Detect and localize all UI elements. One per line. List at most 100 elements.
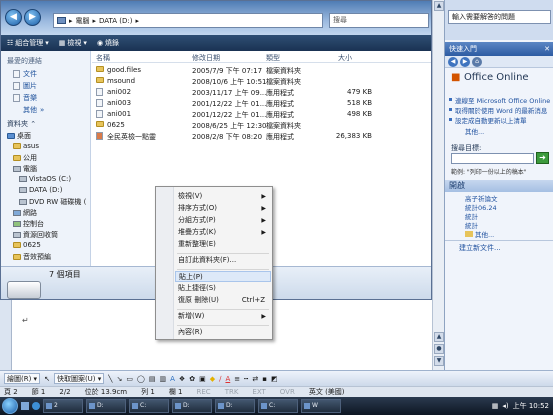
status-rec[interactable]: REC bbox=[197, 387, 211, 397]
recent-more[interactable]: 其他... bbox=[465, 229, 494, 239]
rectangle-icon[interactable]: ▭ bbox=[126, 375, 133, 383]
column-type[interactable]: 類型 bbox=[266, 53, 280, 63]
help-search-input[interactable]: 輸入需要解答的問題 bbox=[448, 10, 551, 24]
menu-item-undo-delete[interactable]: 復原 刪除(U) Ctrl+Z bbox=[175, 295, 271, 306]
column-date[interactable]: 修改日期 bbox=[192, 53, 220, 63]
tree-item-network[interactable]: 網路 bbox=[13, 208, 37, 218]
file-row[interactable]: ani003 2001/12/22 上午 01... 應用程式 518 KB bbox=[92, 98, 431, 109]
taskbar-button[interactable]: D: bbox=[86, 399, 126, 413]
line-color-icon[interactable]: ∕ bbox=[219, 375, 221, 383]
link-auto-update[interactable]: 設定成自動更新以上清單 bbox=[455, 115, 527, 125]
organize-button[interactable]: ☷ 組合管理 ▾ bbox=[7, 38, 49, 48]
link-word-news[interactable]: 取得關於使用 Word 的最新消息 bbox=[455, 105, 547, 115]
tree-item-public[interactable]: 公用 bbox=[13, 153, 37, 163]
clipart-icon[interactable]: ✿ bbox=[189, 375, 195, 383]
tree-item-0625[interactable]: 0625 bbox=[13, 241, 41, 249]
file-row[interactable]: ani002 2003/11/17 上午 09... 應用程式 479 KB bbox=[92, 87, 431, 98]
network-tray-icon[interactable]: ▦ bbox=[492, 402, 499, 410]
diagram-icon[interactable]: ❖ bbox=[179, 375, 185, 383]
picture-icon[interactable]: ▣ bbox=[199, 375, 206, 383]
clock[interactable]: 上午 10:52 bbox=[513, 401, 549, 411]
tree-item-drive-d[interactable]: DATA (D:) bbox=[19, 186, 62, 194]
address-part-drive[interactable]: DATA (D:) bbox=[99, 17, 132, 25]
menu-item-sort[interactable]: 排序方式(O) ▶ bbox=[175, 203, 271, 214]
favorite-pictures[interactable]: 圖片 bbox=[13, 81, 37, 91]
line-style-icon[interactable]: ≡ bbox=[234, 375, 240, 383]
search-input[interactable]: 搜尋 bbox=[329, 13, 429, 28]
tree-item-desktop[interactable]: 桌面 bbox=[7, 131, 31, 141]
textbox-icon[interactable]: ▤ bbox=[149, 375, 156, 383]
draw-menu-button[interactable]: 繪圖(R) ▾ bbox=[4, 373, 41, 384]
quicklaunch-desktop-icon[interactable] bbox=[21, 402, 29, 410]
menu-item-stack[interactable]: 堆疊方式(K) ▶ bbox=[175, 227, 271, 238]
next-page-button[interactable]: ▼ bbox=[434, 356, 444, 366]
menu-item-view[interactable]: 檢視(V) ▶ bbox=[175, 191, 271, 202]
font-color-icon[interactable]: A bbox=[225, 375, 230, 383]
favorite-more[interactable]: 其他» bbox=[23, 105, 44, 115]
menu-item-paste-shortcut[interactable]: 貼上捷徑(S) bbox=[175, 283, 271, 294]
autoshapes-button[interactable]: 快取圖案(U) ▾ bbox=[53, 373, 105, 384]
link-more[interactable]: 其他... bbox=[465, 126, 484, 136]
arrow-icon[interactable]: ↘ bbox=[117, 375, 123, 383]
status-ext[interactable]: EXT bbox=[252, 387, 265, 397]
taskbar-button[interactable]: W bbox=[301, 399, 341, 413]
arrow-style-icon[interactable]: ⇄ bbox=[252, 375, 258, 383]
taskbar-button[interactable]: 2 bbox=[43, 399, 83, 413]
menu-item-group[interactable]: 分組方式(P) ▶ bbox=[175, 215, 271, 226]
taskbar-button[interactable]: C: bbox=[129, 399, 169, 413]
create-new-document[interactable]: 建立新文件... bbox=[445, 240, 553, 254]
tree-item-recycle-bin[interactable]: 資源回收筒 bbox=[13, 230, 58, 240]
line-icon[interactable]: ╲ bbox=[108, 375, 112, 383]
tree-item-dvd[interactable]: DVD RW 磁碟機 ( bbox=[19, 197, 86, 207]
forward-icon[interactable]: ▶ bbox=[460, 57, 470, 67]
file-row[interactable]: 0625 2008/6/25 上午 12:30 檔案資料夾 bbox=[92, 120, 431, 131]
menu-item-refresh[interactable]: 重新整理(E) bbox=[175, 239, 271, 250]
address-part-computer[interactable]: 電腦 bbox=[76, 16, 90, 26]
dash-style-icon[interactable]: ┅ bbox=[244, 375, 248, 383]
office-search-input[interactable] bbox=[451, 153, 534, 164]
close-icon[interactable]: ✕ bbox=[544, 42, 550, 56]
file-row[interactable]: ani001 2001/12/22 上午 01... 應用程式 498 KB bbox=[92, 109, 431, 120]
back-icon[interactable]: ◀ bbox=[448, 57, 458, 67]
burn-button[interactable]: ◉ 燒錄 bbox=[97, 38, 119, 48]
quicklaunch-ie-icon[interactable] bbox=[32, 402, 40, 410]
back-button[interactable]: ◀ bbox=[5, 9, 22, 26]
taskbar-button[interactable]: D: bbox=[172, 399, 212, 413]
folders-heading[interactable]: 資料夾 ⌃ bbox=[7, 119, 36, 129]
forward-button[interactable]: ▶ bbox=[24, 9, 41, 26]
previous-page-button[interactable]: ▲ bbox=[434, 332, 444, 342]
menu-item-properties[interactable]: 內容(R) bbox=[175, 327, 271, 338]
home-icon[interactable]: ⌂ bbox=[472, 57, 482, 67]
favorite-music[interactable]: 音樂 bbox=[13, 93, 37, 103]
shadow-icon[interactable]: ▪ bbox=[262, 375, 267, 383]
tree-item-asus[interactable]: asus bbox=[13, 142, 39, 150]
browse-object-button[interactable]: ● bbox=[434, 344, 444, 354]
menu-item-customize[interactable]: 自訂此資料夾(F)... bbox=[175, 255, 271, 266]
menu-item-new[interactable]: 新增(W) ▶ bbox=[175, 311, 271, 322]
select-pointer-icon[interactable]: ↖ bbox=[44, 375, 50, 383]
column-size[interactable]: 大小 bbox=[338, 53, 352, 63]
status-ovr[interactable]: OVR bbox=[280, 387, 295, 397]
wordart-icon[interactable]: A bbox=[170, 375, 175, 383]
status-trk[interactable]: TRK bbox=[225, 387, 239, 397]
tree-item-control-panel[interactable]: 控制台 bbox=[13, 219, 44, 229]
start-button[interactable] bbox=[2, 398, 18, 414]
file-row[interactable]: good.files 2005/7/9 下午 07:17 檔案資料夾 bbox=[92, 65, 431, 76]
3d-icon[interactable]: ◩ bbox=[271, 375, 278, 383]
file-row[interactable]: msound 2008/10/6 上午 10:51 檔案資料夾 bbox=[92, 76, 431, 87]
tree-item-drive-c[interactable]: VistaOS (C:) bbox=[19, 175, 71, 183]
taskbar-button[interactable]: C: bbox=[258, 399, 298, 413]
link-office-online[interactable]: 連線至 Microsoft Office Online bbox=[455, 95, 550, 105]
vertical-textbox-icon[interactable]: ▥ bbox=[159, 375, 166, 383]
scroll-up-button[interactable]: ▲ bbox=[434, 1, 444, 11]
favorite-documents[interactable]: 文件 bbox=[13, 69, 37, 79]
tree-item-sound[interactable]: 音效預編 bbox=[13, 252, 51, 262]
menu-item-paste[interactable]: 貼上(P) bbox=[175, 271, 271, 282]
document-scrollbar[interactable]: ▲ ▲ ● ▼ bbox=[432, 0, 444, 370]
file-row[interactable]: 全民英檢一點靈 2008/2/8 下午 08:20 應用程式 26,383 KB bbox=[92, 131, 431, 142]
search-go-button[interactable]: ➜ bbox=[536, 152, 549, 164]
view-button[interactable]: ▦ 檢視 ▾ bbox=[59, 38, 87, 48]
address-bar[interactable]: ▸ 電腦 ▸ DATA (D:) ▸ bbox=[53, 13, 323, 28]
column-name[interactable]: 名稱 bbox=[96, 53, 110, 63]
taskbar-button[interactable]: D: bbox=[215, 399, 255, 413]
